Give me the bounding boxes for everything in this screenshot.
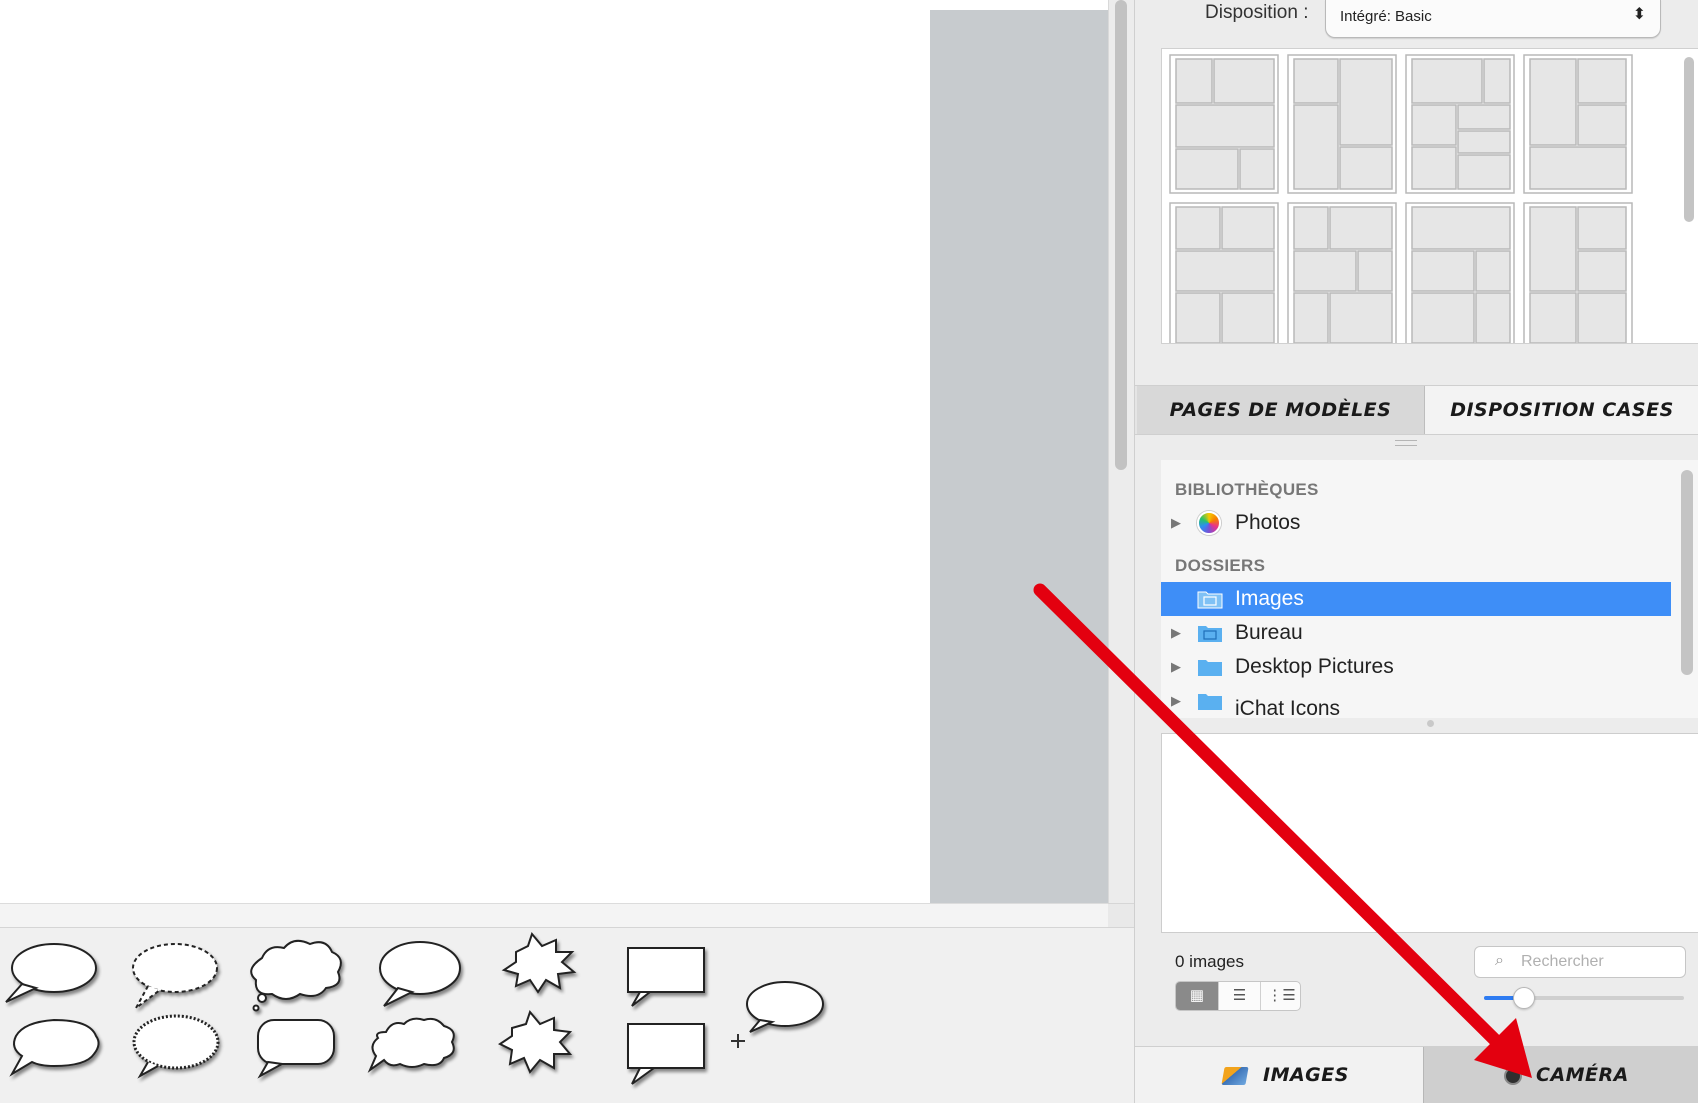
media-source-tabs: IMAGES CAMÉRA [1135,1046,1698,1103]
canvas-horizontal-scrollbar[interactable] [0,903,1108,927]
layout-thumbnail[interactable] [1169,54,1279,194]
speech-balloon-jagged-icon[interactable] [9,1018,100,1077]
disclosure-triangle-icon[interactable]: ▶ [1171,659,1181,675]
right-sidebar: Disposition : Intégré: Basic ⬍ PAGES DE … [1134,0,1698,1103]
tab-template-pages[interactable]: PAGES DE MODÈLES [1137,386,1425,434]
source-item-photos[interactable]: ▶ Photos [1161,506,1671,540]
tab-images[interactable]: IMAGES [1135,1047,1423,1103]
layout-grid-scroll-thumb[interactable] [1684,57,1694,222]
photos-icon [1197,511,1221,535]
grid-view-icon[interactable]: ▦ [1176,982,1218,1010]
panel-tabs: PAGES DE MODÈLES DISPOSITION CASES [1135,385,1698,435]
tab-camera-label: CAMÉRA [1536,1064,1629,1086]
source-item-label: Bureau [1235,621,1303,644]
source-item-label: iChat Icons [1235,697,1341,718]
folders-section-header: DOSSIERS [1175,556,1266,575]
layout-selector-label: Disposition : [1205,2,1309,23]
source-list: BIBLIOTHÈQUES ▶ Photos DOSSIERS Images ▶ [1161,460,1698,718]
whisper-balloon-dashed-icon[interactable] [132,943,218,1009]
canvas-vertical-scroll-thumb[interactable] [1115,0,1127,470]
scalloped-balloon-icon[interactable] [132,1014,220,1079]
splitter-dot-icon[interactable] [1427,720,1434,727]
canvas-vertical-scrollbar[interactable] [1108,0,1134,927]
source-item-label: Photos [1235,511,1301,534]
desktop-folder-icon [1198,626,1222,642]
disclosure-triangle-icon[interactable]: ▶ [1171,625,1181,641]
search-icon: ⌕ [1495,952,1504,969]
layout-select-value: Intégré: Basic [1340,8,1432,25]
layout-thumbnail[interactable] [1287,54,1397,194]
tab-images-label: IMAGES [1263,1064,1349,1086]
libraries-section-header: BIBLIOTHÈQUES [1175,480,1319,499]
layout-select[interactable]: Intégré: Basic ⬍ [1325,0,1661,38]
splitter-grip-icon[interactable] [1395,440,1417,446]
scroll-corner [1108,903,1134,927]
layout-thumbnail[interactable] [1287,202,1397,344]
source-item-images[interactable]: Images [1161,582,1671,616]
layout-thumbnail[interactable] [1405,202,1515,344]
app-window: Disposition : Intégré: Basic ⬍ PAGES DE … [0,0,1698,1103]
source-item-label: Desktop Pictures [1235,655,1394,678]
up-down-chevron-icon: ⬍ [1632,6,1646,23]
source-item-bureau[interactable]: ▶ Bureau [1161,616,1671,650]
add-custom-balloon-icon[interactable] [746,981,824,1033]
rectangular-caption-balloon-icon[interactable] [627,947,705,1007]
thumbnail-size-slider-knob[interactable] [1513,987,1535,1009]
add-balloon-plus-icon[interactable] [731,1034,745,1048]
source-list-scroll-thumb[interactable] [1681,470,1693,675]
images-icon [1221,1067,1249,1085]
search-input[interactable]: ⌕ Rechercher [1474,946,1686,978]
source-item-ichat-icons[interactable]: ▶ iChat Icons [1161,684,1671,718]
pasteboard-area [930,10,1108,903]
layout-thumbnail[interactable] [1405,54,1515,194]
rounded-rect-balloon-icon[interactable] [257,1019,335,1079]
source-item-label: Images [1235,587,1304,610]
view-mode-segmented-control: ▦ ☰ ⋮☰ [1175,981,1301,1011]
column-view-icon[interactable]: ⋮☰ [1260,982,1300,1010]
thought-cloud-balloon-icon[interactable] [250,939,342,1012]
explosion-burst-balloon-icon[interactable] [498,1009,573,1074]
pictures-folder-icon [1197,591,1223,609]
source-item-desktop-pictures[interactable]: ▶ Desktop Pictures [1161,650,1671,684]
search-placeholder: Rechercher [1521,953,1604,970]
speech-balloon-round-icon[interactable] [379,941,461,1007]
disclosure-triangle-icon[interactable]: ▶ [1171,515,1181,531]
balloon-palette [0,927,1134,1103]
image-count: 0 images [1175,952,1244,971]
thumbnail-size-slider[interactable] [1484,987,1684,1009]
image-browser[interactable] [1161,733,1698,933]
tab-panel-layout[interactable]: DISPOSITION CASES [1425,386,1698,434]
disclosure-triangle-icon[interactable]: ▶ [1171,693,1181,709]
speech-balloon-oval-icon[interactable] [5,943,97,1003]
rectangular-speech-balloon-icon[interactable] [627,1023,705,1085]
list-view-icon[interactable]: ☰ [1218,982,1260,1010]
folder-icon [1198,660,1222,676]
layout-selector-row: Disposition : Intégré: Basic ⬍ [1135,0,1698,46]
page-canvas[interactable] [0,0,930,903]
layout-thumbnail-grid [1161,48,1698,344]
camera-icon [1504,1067,1522,1085]
layout-thumbnail[interactable] [1523,54,1633,194]
tab-camera[interactable]: CAMÉRA [1423,1047,1698,1103]
layout-thumbnail[interactable] [1523,202,1633,344]
layout-thumbnail[interactable] [1169,202,1279,344]
folder-icon [1198,694,1222,710]
shout-burst-balloon-icon[interactable] [501,931,577,994]
wavy-speech-balloon-icon[interactable] [367,1017,455,1073]
